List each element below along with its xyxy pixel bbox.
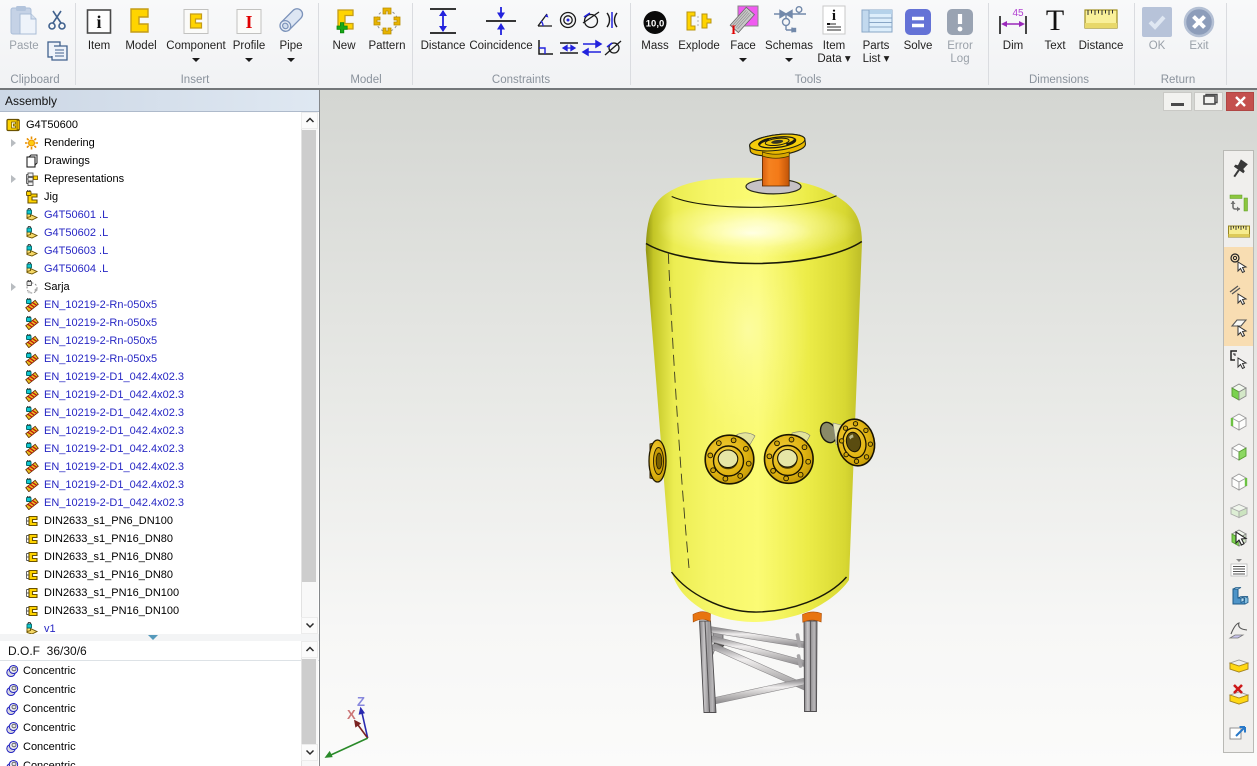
svg-text:10,0: 10,0 xyxy=(646,19,665,30)
svg-text:i: i xyxy=(96,12,101,32)
svg-text:I: I xyxy=(731,22,736,35)
svg-text:I: I xyxy=(245,12,252,32)
svg-text:Z: Z xyxy=(357,694,365,709)
svg-text:45: 45 xyxy=(1012,8,1024,19)
svg-text:X: X xyxy=(347,707,356,722)
svg-text:i: i xyxy=(832,8,836,24)
svg-text:T: T xyxy=(1046,5,1064,35)
